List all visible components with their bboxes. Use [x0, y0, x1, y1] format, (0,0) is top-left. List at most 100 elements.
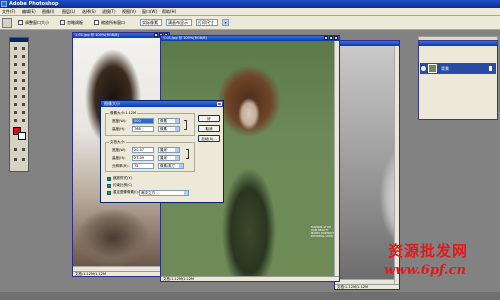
pen-tool-icon[interactable] [12, 109, 19, 116]
minimize-icon[interactable] [324, 36, 328, 40]
type-tool-icon[interactable] [20, 101, 27, 108]
pixel-dimensions-group: 像素大小:1.12M 宽度(W): 500 像素 高度(H): 768 像素 [105, 111, 195, 136]
app-title: Adobe Photoshop [9, 1, 59, 7]
magazine-caption: FASHION STYLE HAIR BEAUTY MODEL PORTRAIT… [311, 226, 334, 238]
actual-pixels-button[interactable]: 实际像素 [140, 19, 162, 26]
fit-on-screen-button[interactable]: 满画布显示 [166, 19, 192, 26]
menu-view[interactable]: 视图(V) [122, 9, 136, 15]
eye-icon[interactable] [421, 66, 426, 71]
clone-stamp-tool-icon[interactable] [12, 77, 19, 84]
doc-width-unit-select[interactable]: 厘米 [158, 147, 180, 153]
menu-edit[interactable]: 编辑(E) [22, 9, 36, 15]
marquee-tool-icon[interactable] [12, 45, 19, 52]
cancel-button[interactable]: 取消 [198, 125, 220, 132]
watermark-line2: www.6pf.cn [384, 263, 466, 278]
zoom-tool-box-icon[interactable] [20, 117, 27, 124]
resample-checkbox[interactable] [107, 191, 111, 195]
move-tool-icon[interactable] [20, 45, 27, 52]
standard-mode-icon[interactable] [20, 146, 27, 153]
auto-button[interactable]: 自动(A)... [198, 135, 220, 142]
menu-image[interactable]: 图像(I) [42, 9, 54, 15]
healing-brush-tool-icon[interactable] [12, 69, 19, 76]
menu-help[interactable]: 帮助(H) [162, 9, 176, 15]
app-titlebar: Adobe Photoshop [0, 0, 500, 8]
pixel-height-input[interactable]: 768 [132, 126, 154, 132]
menu-filter[interactable]: 滤镜(T) [102, 9, 116, 15]
menu-layer[interactable]: 图层(L) [62, 9, 75, 15]
resize-windows-label: 调整窗口大小 [25, 20, 49, 25]
document-right-status: 文档:1.12M/1.12M [335, 284, 399, 289]
doc-height-input[interactable]: 27.09 [132, 155, 154, 161]
doc-width-input[interactable]: 20.07 [132, 147, 154, 153]
lock-icon [489, 66, 492, 71]
resample-method-select[interactable]: 两次立方 [139, 190, 189, 196]
zoom-all-windows-label: 缩放所有窗口 [101, 20, 125, 25]
layers-palette: 背景 [418, 40, 498, 120]
scale-styles-checkbox[interactable] [107, 177, 111, 181]
resolution-input[interactable]: 72 [132, 163, 154, 169]
minimize-icon[interactable] [154, 33, 158, 37]
dodge-tool-icon[interactable] [20, 93, 27, 100]
imageready-jump-icon[interactable] [20, 156, 27, 163]
document-size-label: 文档大小: [109, 140, 127, 145]
shape-tool-icon[interactable] [20, 109, 27, 116]
doc-chain-link-icon [186, 149, 189, 159]
toolbox [9, 37, 29, 172]
slice-tool-icon[interactable] [20, 61, 27, 68]
blur-tool-icon[interactable] [12, 93, 19, 100]
path-selection-tool-icon[interactable] [12, 101, 19, 108]
layers-palette-titlebar[interactable] [419, 41, 497, 46]
ok-button[interactable]: 好 [198, 115, 220, 122]
constrain-proportions-label: 约束比例(C) [113, 183, 133, 187]
watermark-line1: 资源批发网 [388, 242, 469, 260]
hand-tool-icon[interactable] [12, 117, 19, 124]
document-main-vscroll[interactable] [334, 41, 339, 276]
document-size-group: 文档大小: 宽度(W): 20.07 厘米 高度(H): 27.09 厘米 分辨… [105, 140, 195, 172]
pixel-dimensions-label: 像素大小:1.12M [109, 111, 137, 116]
background-color-swatch[interactable] [18, 132, 26, 140]
resolution-label: 分辨率(R): [112, 164, 129, 168]
doc-height-unit-select[interactable]: 厘米 [158, 155, 180, 161]
resize-windows-checkbox[interactable] [18, 20, 23, 25]
layer-row-background[interactable]: 背景 [420, 63, 496, 74]
pixel-height-unit-select[interactable]: 像素 [158, 126, 180, 132]
crop-tool-icon[interactable] [12, 61, 19, 68]
eraser-tool-icon[interactable] [12, 85, 19, 92]
document-right-canvas[interactable] [335, 46, 394, 279]
gradient-tool-icon[interactable] [20, 85, 27, 92]
maximize-icon[interactable] [329, 36, 333, 40]
doc-width-label: 宽度(W): [112, 148, 127, 152]
ignore-palettes-checkbox[interactable] [60, 20, 65, 25]
dialog-close-icon[interactable] [217, 102, 222, 106]
document-left-status: 文档:1.12M/1.12M [73, 271, 169, 276]
quick-mask-icon[interactable] [12, 146, 19, 153]
pixel-width-unit-select[interactable]: 像素 [158, 118, 180, 124]
zoom-all-windows-checkbox[interactable] [94, 20, 99, 25]
pixel-chain-link-icon [184, 120, 187, 130]
doc-height-label: 高度(H): [112, 156, 126, 160]
constrain-proportions-checkbox[interactable] [107, 184, 111, 188]
resolution-unit-select[interactable]: 像素/英寸 [158, 163, 184, 169]
close-icon[interactable] [334, 36, 338, 40]
menu-file[interactable]: 文件(F) [2, 9, 15, 15]
menu-select[interactable]: 选择(S) [82, 9, 96, 15]
layer-thumbnail [428, 64, 437, 73]
pixel-width-input[interactable]: 500 [132, 118, 154, 124]
bottom-strip [0, 292, 500, 300]
image-size-dialog: 图像大小 像素大小:1.12M 宽度(W): 500 像素 高度(H): 768… [100, 100, 224, 203]
workspace-menu-icon[interactable]: ▾ [222, 19, 229, 26]
lasso-tool-icon[interactable] [12, 53, 19, 60]
zoom-tool-icon[interactable] [2, 18, 12, 28]
document-main-status: 文档:1.12M/1.12M [161, 276, 339, 281]
toolbox-titlebar[interactable] [10, 38, 28, 42]
screen-mode-icon[interactable] [12, 156, 19, 163]
brush-tool-icon[interactable] [20, 69, 27, 76]
print-size-button[interactable]: 打印尺寸 [196, 19, 218, 26]
pixel-height-label: 高度(H): [112, 127, 126, 131]
options-bar: 调整窗口大小 忽略调板 缩放所有窗口 实际像素 满画布显示 打印尺寸 ▾ [0, 16, 500, 43]
menu-window[interactable]: 窗口(W) [142, 9, 157, 15]
magic-wand-tool-icon[interactable] [20, 53, 27, 60]
scale-styles-label: 缩放样式(Y) [113, 176, 132, 180]
pixel-width-label: 宽度(W): [112, 119, 127, 123]
history-brush-tool-icon[interactable] [20, 77, 27, 84]
